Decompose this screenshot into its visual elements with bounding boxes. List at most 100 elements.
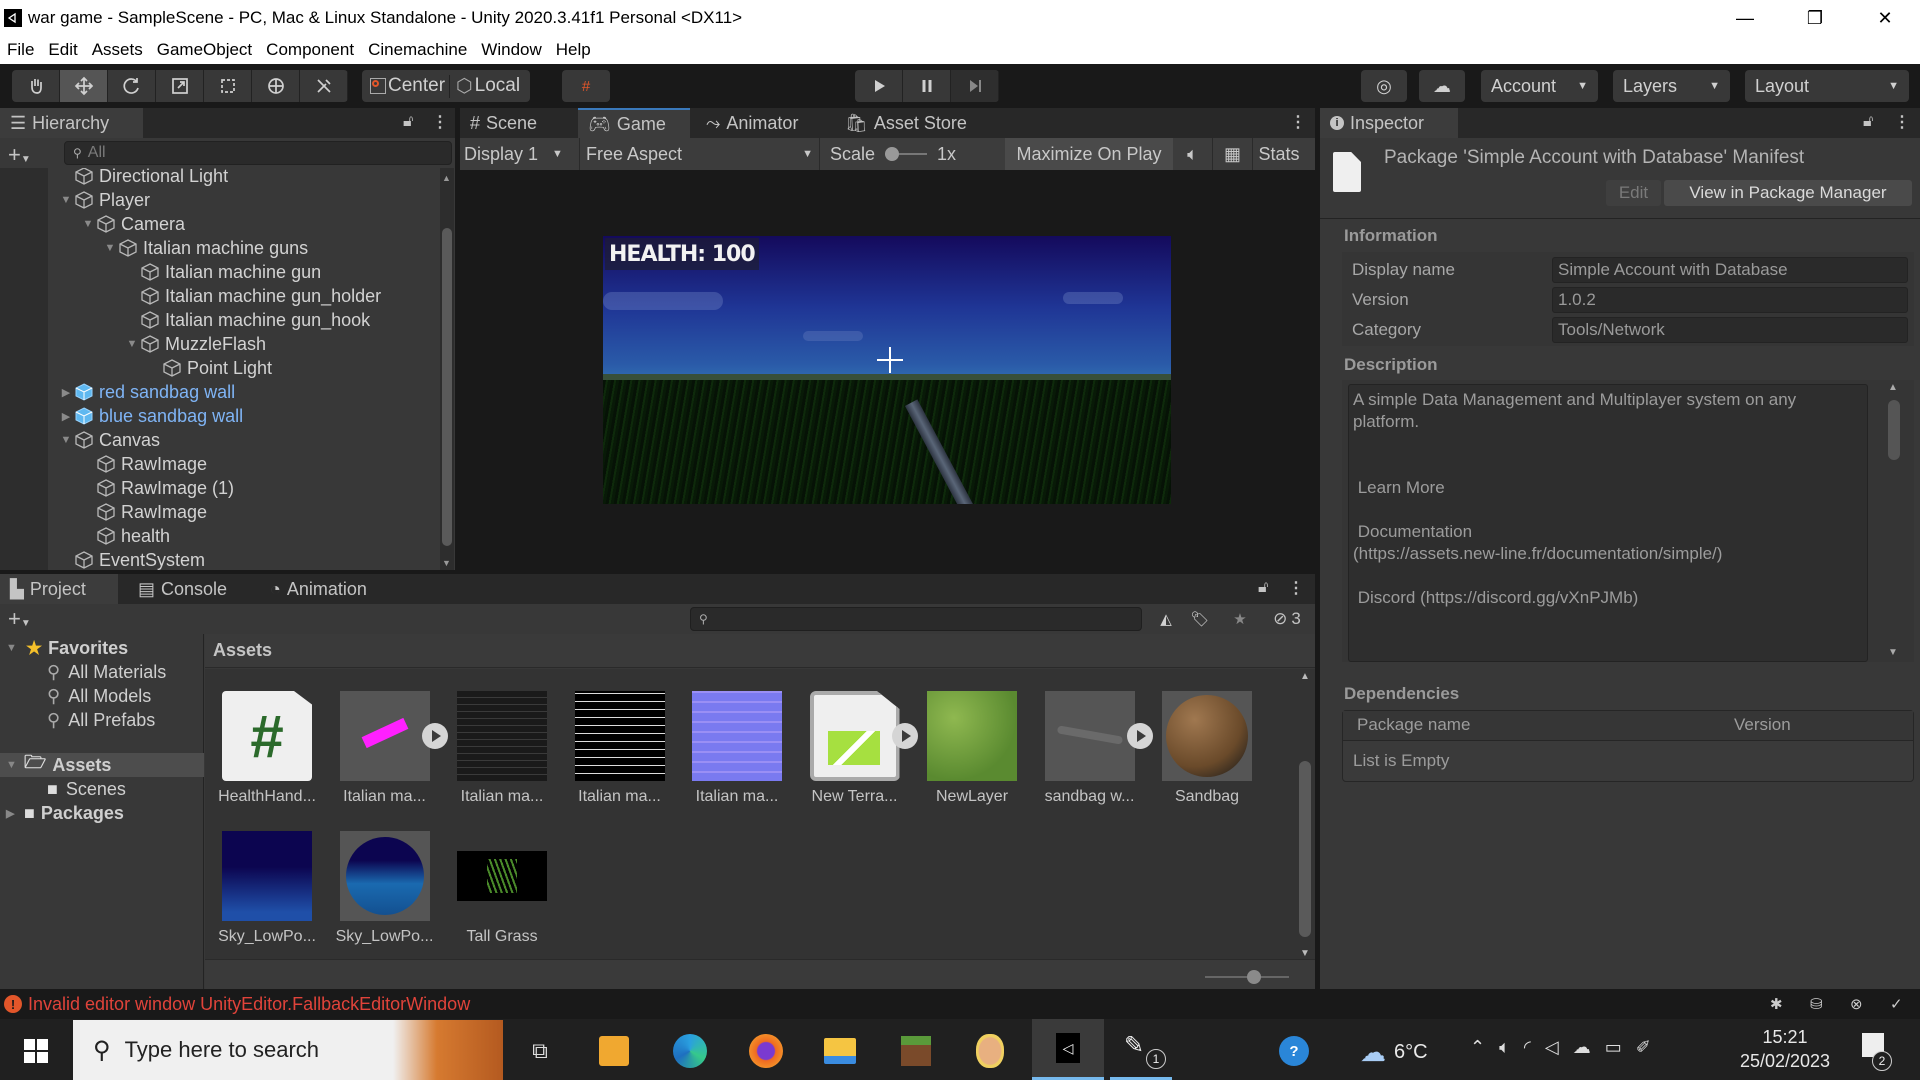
tab-inspector[interactable]: i Inspector [1320,108,1458,138]
favorites-node[interactable]: ▼ ★ Favorites [6,636,128,660]
packages-folder-node[interactable]: ▶ ■ Packages [6,801,124,825]
hierarchy-item[interactable]: RawImage [80,500,207,524]
asset-item[interactable]: Tall Grass [452,831,552,956]
tab-animator[interactable]: ⤳ Animator [696,108,826,138]
hierarchy-item[interactable]: ▼ Italian machine guns [102,236,309,260]
filter-by-label-button[interactable]: 🏷︎ [1184,606,1216,632]
cloud-button[interactable]: ☁ [1419,70,1465,102]
version-field[interactable]: 1.0.2 [1552,287,1908,313]
menu-gameobject[interactable]: GameObject [150,40,259,60]
scale-tool-button[interactable] [156,70,204,102]
assets-folder-node[interactable]: ▼ 🗁 Assets [6,752,111,777]
grid-snap-button[interactable]: # [562,70,610,102]
collab-button[interactable]: ◎ [1361,70,1407,102]
expand-asset-icon[interactable] [891,723,918,749]
create-button[interactable]: +▼ [8,142,31,168]
expand-arrow-right-icon[interactable]: ▶ [58,410,74,423]
tab-project[interactable]: ▙ Project [0,574,118,604]
tab-hierarchy[interactable]: ☰ Hierarchy [0,108,143,138]
column-version[interactable]: Version [1734,715,1791,735]
lock-icon[interactable]: 🔓︎ [1258,579,1268,597]
menu-file[interactable]: File [0,40,41,60]
hand-tool-button[interactable] [12,70,60,102]
hierarchy-item[interactable]: Italian machine gun_holder [124,284,381,308]
expand-arrow-down-icon[interactable]: ▼ [58,194,74,206]
scrollbar-thumb[interactable] [1888,400,1900,460]
favorite-all-materials[interactable]: ⚲ All Materials [47,660,166,684]
show-hidden-icons-button[interactable]: ⌃ [1470,1037,1485,1058]
asset-grid-scrollbar[interactable]: ▲ ▼ [1295,669,1315,959]
favorite-all-prefabs[interactable]: ⚲ All Prefabs [47,708,155,732]
asset-item[interactable]: NewLayer [922,691,1022,816]
hidden-packages-toggle[interactable]: ⊘ 3 [1262,606,1312,632]
help-tray-icon[interactable]: ? [1272,1029,1316,1073]
description-scrollbar[interactable]: ▲ ▼ [1882,382,1906,658]
minimize-button[interactable]: — [1710,0,1780,36]
transform-tool-button[interactable] [252,70,300,102]
hierarchy-item[interactable]: Directional Light [58,168,228,188]
asset-item[interactable]: Sky_LowPo... [335,831,435,956]
favorite-all-models[interactable]: ⚲ All Models [47,684,151,708]
clock[interactable]: 15:21 25/02/2023 [1730,1025,1840,1073]
play-button[interactable] [855,70,903,102]
hierarchy-item[interactable]: ▼ Camera [80,212,185,236]
tab-asset-store[interactable]: 🛍︎ Asset Store [835,108,985,138]
mute-audio-toggle[interactable]: 🔈︎ [1173,138,1213,170]
lock-icon[interactable]: 🔓︎ [1863,113,1873,131]
expand-arrow-down-icon[interactable]: ▼ [124,338,140,350]
description-textarea[interactable]: A simple Data Management and Multiplayer… [1348,384,1868,662]
scenes-folder-node[interactable]: ■ Scenes [47,777,126,801]
expand-arrow-down-icon[interactable]: ▼ [58,434,74,446]
tab-console[interactable]: ▤ Console [128,574,246,604]
pause-button[interactable] [903,70,951,102]
project-create-button[interactable]: +▼ [8,606,31,632]
aspect-dropdown[interactable]: Free Aspect ▼ [580,138,820,170]
hierarchy-item[interactable]: ▶ blue sandbag wall [58,404,243,428]
more-options-icon[interactable]: ⋮ [432,112,448,132]
wifi-icon[interactable]: ◜ [1524,1037,1531,1058]
onedrive-sync-icon[interactable]: ☁ [1573,1037,1591,1058]
display-name-field[interactable]: Simple Account with Database [1552,257,1908,283]
menu-component[interactable]: Component [259,40,361,60]
filter-by-type-button[interactable]: ◭ [1150,606,1182,632]
hierarchy-item[interactable]: ▼ Player [58,188,150,212]
taskbar-app-unity[interactable]: ◁ [1032,1019,1104,1080]
hierarchy-item[interactable]: RawImage [80,452,207,476]
debug-mode-icon[interactable]: ✱ [1770,995,1783,1013]
slider-thumb[interactable] [1247,970,1261,984]
asset-item[interactable]: Sandbag [1157,691,1257,816]
hierarchy-search-input[interactable]: ⚲ All [64,141,452,165]
stats-toggle[interactable]: Stats [1253,138,1305,170]
hierarchy-item[interactable]: ▶ red sandbag wall [58,380,235,404]
pivot-center-toggle[interactable]: Center [366,75,449,97]
breadcrumb-assets[interactable]: Assets [213,640,272,661]
close-button[interactable]: ✕ [1850,0,1920,36]
more-options-icon[interactable]: ⋮ [1290,112,1306,132]
hierarchy-item[interactable]: Italian machine gun [124,260,321,284]
taskbar-app-notes[interactable] [592,1029,636,1073]
gizmos-toggle[interactable]: ▦ [1213,138,1253,170]
expand-asset-icon[interactable] [421,723,448,749]
tab-game[interactable]: 🎮︎ Game [578,108,690,138]
hierarchy-item[interactable]: ▼ Canvas [58,428,160,452]
display-dropdown[interactable]: Display 1 ▼ [460,138,580,170]
layout-dropdown[interactable]: Layout ▼ [1745,70,1909,102]
expand-asset-icon[interactable] [1126,723,1153,749]
task-view-button[interactable]: ⧉ [518,1029,562,1073]
category-field[interactable]: Tools/Network [1552,317,1908,343]
taskbar-app-code-editor[interactable]: ✎ 1 [1110,1019,1172,1080]
more-options-icon[interactable]: ⋮ [1288,578,1304,598]
edit-button[interactable]: Edit [1606,180,1661,206]
unity-hub-tray-icon[interactable]: ◁ [1545,1037,1559,1058]
tab-scene[interactable]: # Scene [460,108,568,138]
auto-refresh-icon[interactable]: ⊗ [1850,995,1863,1013]
project-search-input[interactable]: ⚲ [690,607,1142,631]
column-package-name[interactable]: Package name [1357,715,1470,735]
asset-item[interactable]: New Terra... [805,691,918,816]
taskbar-app-edge[interactable] [668,1029,712,1073]
scale-slider[interactable] [885,147,928,161]
status-error-message[interactable]: Invalid editor window UnityEditor.Fallba… [28,994,470,1015]
volume-icon[interactable]: 🔈︎ [1499,1037,1510,1058]
menu-edit[interactable]: Edit [41,40,84,60]
asset-item[interactable]: Italian ma... [452,691,552,816]
